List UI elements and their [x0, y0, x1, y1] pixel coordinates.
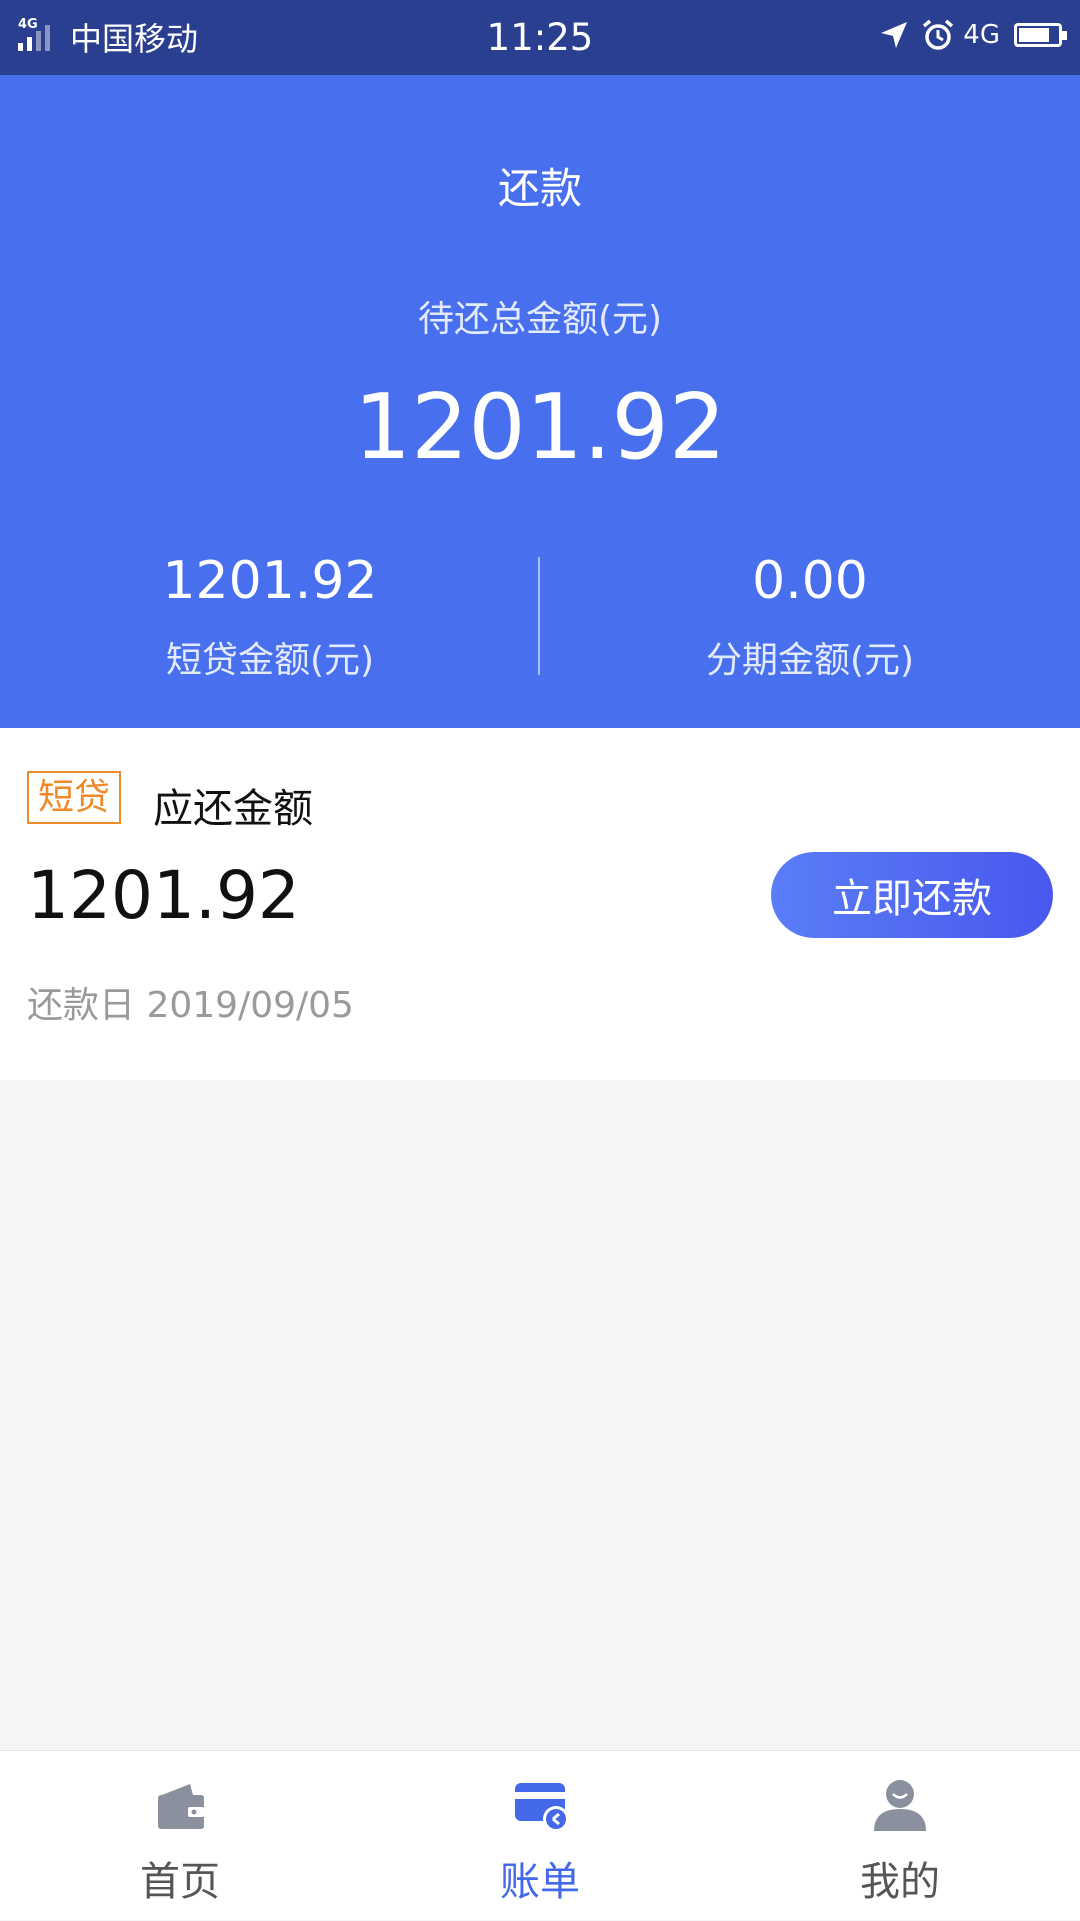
battery-icon — [1014, 23, 1067, 47]
tab-home[interactable]: 首页 — [0, 1751, 360, 1921]
tab-bills[interactable]: 账单 — [360, 1751, 720, 1921]
user-icon — [874, 1780, 926, 1831]
tab-profile-label: 我的 — [860, 1859, 940, 1905]
installment-label: 分期金额(元) — [705, 640, 915, 681]
total-amount-value: 1201.92 — [353, 375, 727, 480]
loan-type-tag: 短贷 — [27, 771, 122, 825]
installment-value: 0.00 — [752, 551, 868, 611]
short-loan-summary: 1201.92 短贷金额(元) — [0, 555, 540, 683]
repay-now-button[interactable]: 立即还款 — [771, 852, 1053, 938]
tab-profile[interactable]: 我的 — [720, 1751, 1080, 1921]
status-bar: 4G 中国移动 11:25 4G — [0, 0, 1080, 75]
short-loan-label: 短贷金额(元) — [165, 640, 375, 681]
total-amount-label: 待还总金额(元) — [417, 299, 663, 340]
alarm-icon — [923, 19, 954, 50]
bottom-tab-bar: 首页 账单 我的 — [0, 1750, 1080, 1920]
installment-summary: 0.00 分期金额(元) — [540, 555, 1080, 683]
due-date: 还款日 2019/09/05 — [27, 985, 354, 1026]
due-amount-value: 1201.92 — [27, 857, 300, 934]
short-loan-value: 1201.92 — [162, 551, 378, 611]
loan-card: 短贷 应还金额 1201.92 立即还款 还款日 2019/09/05 — [0, 728, 1080, 1080]
bill-icon — [515, 1783, 569, 1832]
page-title: 还款 — [497, 164, 582, 213]
wallet-icon — [158, 1784, 204, 1829]
status-right: 4G — [879, 18, 1067, 52]
tab-bills-label: 账单 — [500, 1859, 580, 1905]
due-amount-label: 应还金额 — [153, 786, 313, 832]
repayment-summary: 还款 待还总金额(元) 1201.92 1201.92 短贷金额(元) 0.00… — [0, 75, 1080, 728]
network-type: 4G — [963, 20, 1000, 50]
location-icon — [881, 22, 908, 48]
tab-home-label: 首页 — [140, 1859, 220, 1905]
